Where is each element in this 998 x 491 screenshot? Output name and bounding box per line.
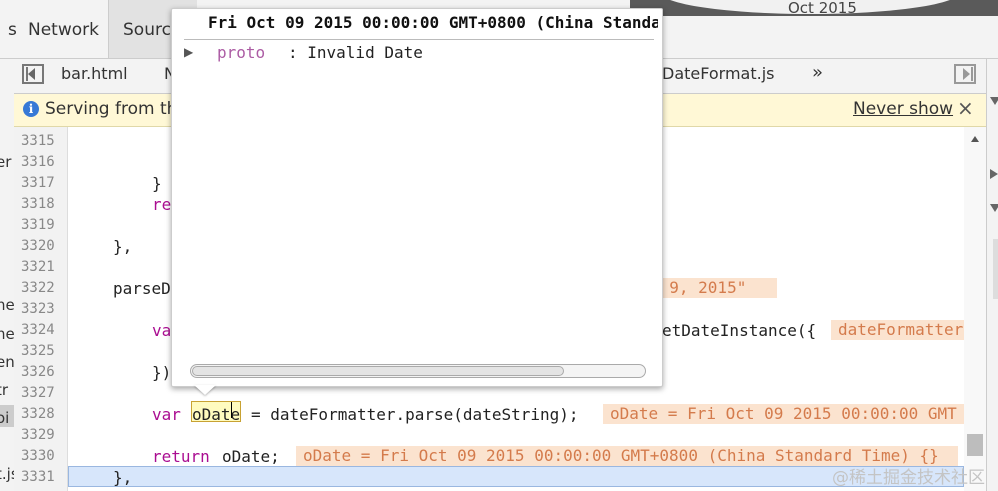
tab-network[interactable]: Network	[14, 0, 113, 58]
close-icon[interactable]: ×	[957, 96, 974, 120]
info-icon: i	[23, 101, 39, 117]
inline-value: oDate = Fri Oct 09 2015 00:00:00 GMT	[603, 404, 965, 424]
never-show-link[interactable]: Never show	[853, 99, 953, 119]
watermark: @稀土掘金技术社区	[832, 468, 985, 488]
expand-arrow-icon[interactable]: ▶	[184, 45, 193, 59]
line-number[interactable]: 3315	[21, 133, 61, 149]
left-fragment: tr	[0, 381, 9, 399]
popover-horizontal-scrollbar[interactable]	[190, 364, 646, 378]
text-cursor	[231, 402, 232, 418]
left-fragment: er	[0, 153, 12, 171]
popover-pointer	[194, 385, 216, 395]
collapse-triangle-icon[interactable]	[990, 204, 998, 212]
background-page-text: Oct 2015	[788, 0, 857, 16]
infobar-message: Serving from the	[45, 99, 188, 119]
line-number[interactable]: 3329	[21, 427, 61, 443]
file-tab-bar-html[interactable]: bar.html	[61, 59, 128, 93]
inline-value: r 9, 2015"	[650, 278, 777, 298]
line-number[interactable]: 3328	[21, 406, 61, 422]
popover-scrollbar-thumb[interactable]	[192, 366, 564, 376]
code-token: va	[152, 321, 172, 340]
line-number[interactable]: 3316	[21, 154, 61, 170]
line-number[interactable]: 3330	[21, 448, 61, 464]
left-fragment: ne	[0, 325, 15, 343]
collapse-triangle-icon[interactable]	[990, 97, 998, 105]
line-number[interactable]: 3323	[21, 301, 61, 317]
file-tab-dateformat-js[interactable]: DateFormat.js	[662, 59, 775, 93]
proto-property-key[interactable]: proto	[217, 43, 265, 62]
line-number-gutter[interactable]: 3315 3316 3317 3318 3319 3320 3321 3322 …	[14, 127, 68, 491]
code-token: }	[152, 174, 162, 193]
line-number[interactable]: 3321	[21, 259, 61, 275]
line-number[interactable]: 3331	[21, 469, 61, 485]
editor-vertical-scrollbar[interactable]	[964, 127, 986, 491]
left-fragment: ne	[0, 296, 15, 314]
hovered-variable[interactable]: oDate	[192, 405, 240, 424]
popover-title: Fri Oct 09 2015 00:00:00 GMT+0800 (China…	[208, 13, 658, 32]
expand-triangle-icon[interactable]	[990, 169, 998, 179]
right-panel-scrollbar[interactable]	[993, 239, 998, 299]
line-number[interactable]: 3326	[21, 364, 61, 380]
left-fragment: t.js	[0, 465, 14, 483]
code-token: etDateInstance({	[662, 321, 817, 340]
code-token: parseD	[113, 279, 171, 298]
code-token: = dateFormatter.parse(dateString);	[251, 405, 579, 424]
line-number[interactable]: 3320	[21, 238, 61, 254]
code-token: },	[113, 237, 133, 256]
scroll-up-arrow-icon[interactable]	[971, 136, 979, 142]
line-number[interactable]: 3324	[21, 322, 61, 338]
line-number[interactable]: 3318	[21, 196, 61, 212]
more-tabs-icon[interactable]: »	[812, 59, 823, 87]
background-page-fragment: Oct 2015	[630, 0, 998, 16]
code-token: })	[152, 363, 172, 382]
code-keyword: var	[152, 405, 181, 424]
debugger-toggle-icon[interactable]	[954, 64, 976, 84]
scrollbar-thumb[interactable]	[967, 434, 983, 456]
inline-value: dateFormatter	[831, 320, 980, 340]
variable-value-popover[interactable]: Fri Oct 09 2015 00:00:00 GMT+0800 (China…	[171, 8, 663, 395]
line-number[interactable]: 3317	[21, 175, 61, 191]
line-number[interactable]: 3322	[21, 280, 61, 296]
code-token: re	[152, 195, 172, 214]
line-number[interactable]: 3319	[21, 217, 61, 233]
left-fragment: oi	[0, 409, 10, 427]
left-fragment: en	[0, 353, 15, 371]
code-keyword: return	[152, 447, 210, 466]
code-token: },	[113, 468, 133, 487]
popover-divider	[184, 39, 654, 40]
navigator-toggle-icon[interactable]	[22, 64, 44, 84]
proto-property-value: : Invalid Date	[288, 43, 423, 62]
left-panel-strip: er ne ne en tr oi t.js	[0, 59, 15, 491]
active-line-highlight	[68, 466, 964, 487]
line-number[interactable]: 3325	[21, 343, 61, 359]
line-number[interactable]: 3327	[21, 385, 61, 401]
right-panel-strip	[986, 59, 998, 491]
code-token: oDate;	[222, 447, 280, 466]
